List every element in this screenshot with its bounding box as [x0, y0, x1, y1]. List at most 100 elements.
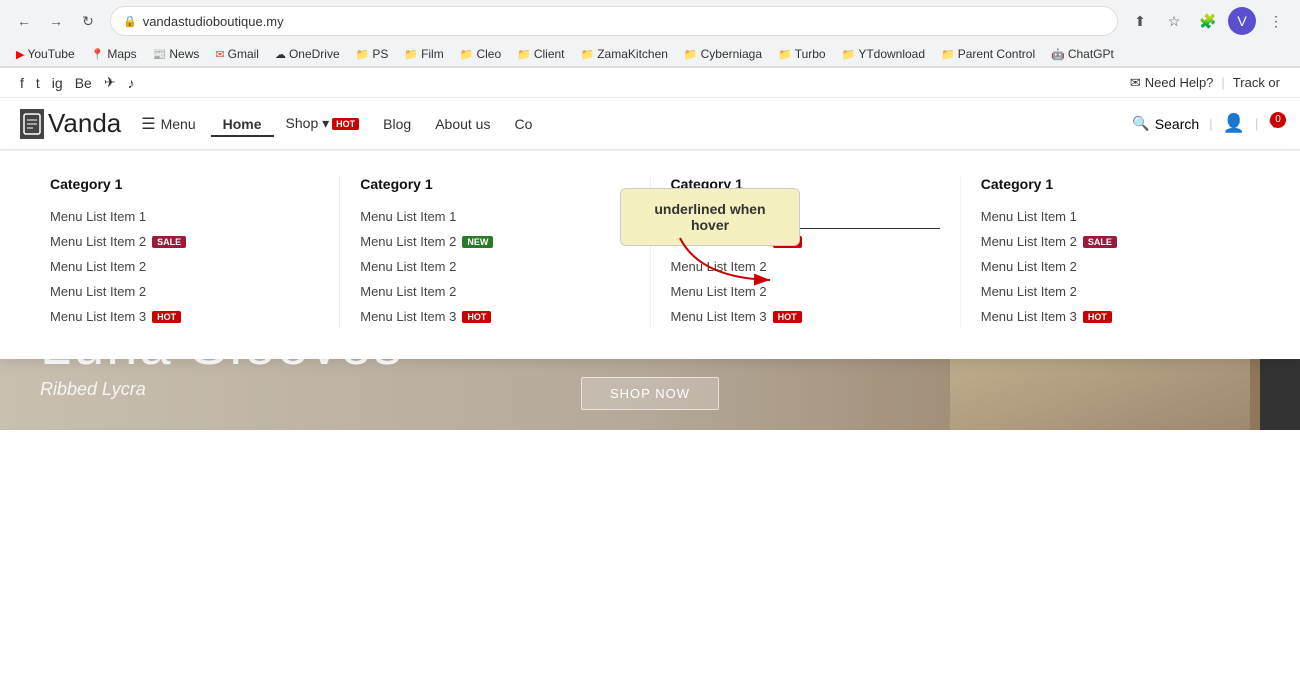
browser-toolbar-right: ⬆ ☆ 🧩 V ⋮	[1126, 7, 1290, 35]
item-label: Menu List Item 2	[50, 259, 146, 274]
hot-badge: HOT	[462, 311, 491, 323]
bookmark-youtube[interactable]: ▶ YouTube	[10, 45, 81, 63]
behance-icon[interactable]: Be	[75, 75, 92, 91]
bookmark-zamakitchen-label: ZamaKitchen	[597, 47, 668, 61]
nav-link-home[interactable]: Home	[211, 111, 274, 137]
gmail-icon: ✉	[215, 48, 224, 61]
menu-toggle[interactable]: ☰ Menu	[141, 114, 195, 134]
instagram-icon[interactable]: ig	[52, 75, 63, 91]
new-badge: NEW	[462, 236, 493, 248]
bookmark-turbo[interactable]: 📁 Turbo	[772, 45, 832, 63]
refresh-button[interactable]: ↻	[74, 7, 102, 35]
bookmark-film[interactable]: 📁 Film	[398, 45, 449, 63]
list-item[interactable]: Menu List Item 2	[50, 254, 319, 279]
site-wrapper: f t ig Be ✈ ♪ ✉ Need Help? | Track or	[0, 68, 1300, 430]
track-link[interactable]: Track or	[1233, 75, 1280, 90]
film-icon: 📁	[404, 48, 418, 61]
list-item[interactable]: Menu List Item 3 HOT	[50, 304, 319, 329]
bookmark-cleo-label: Cleo	[476, 47, 501, 61]
search-icon: 🔍	[1132, 115, 1149, 132]
bookmark-film-label: Film	[421, 47, 444, 61]
star-icon[interactable]: ☆	[1160, 7, 1188, 35]
item-label: Menu List Item 3	[360, 309, 456, 324]
list-item[interactable]: Menu List Item 2	[360, 279, 629, 304]
bookmark-onedrive[interactable]: ☁ OneDrive	[269, 45, 346, 63]
bookmark-cyberniaga[interactable]: 📁 Cyberniaga	[678, 45, 768, 63]
profile-icon[interactable]: V	[1228, 7, 1256, 35]
browser-nav: ← → ↻	[10, 7, 102, 35]
list-item[interactable]: Menu List Item 3 HOT	[360, 304, 629, 329]
dropdown-cat-1: Category 1	[50, 176, 319, 192]
item-label: Menu List Item 1	[50, 209, 146, 224]
list-item[interactable]: Menu List Item 2 SALE	[981, 229, 1250, 254]
list-item[interactable]: Menu List Item 1	[50, 204, 319, 229]
facebook-icon[interactable]: f	[20, 75, 24, 91]
item-label: Menu List Item 2	[50, 284, 146, 299]
item-label: Menu List Item 2	[360, 234, 456, 249]
bookmark-parentcontrol[interactable]: 📁 Parent Control	[935, 45, 1041, 63]
bookmark-chatgpt[interactable]: 🤖 ChatGPt	[1045, 45, 1120, 63]
bookmark-client[interactable]: 📁 Client	[511, 45, 570, 63]
bookmark-ytdownload[interactable]: 📁 YTdownload	[836, 45, 931, 63]
bookmark-maps[interactable]: 📍 Maps	[85, 45, 143, 63]
menu-icon[interactable]: ⋮	[1262, 7, 1290, 35]
shop-now-button[interactable]: SHOP NOW	[581, 377, 719, 410]
browser-chrome: ← → ↻ 🔒 vandastudioboutique.my ⬆ ☆ 🧩 V ⋮…	[0, 0, 1300, 68]
bookmark-gmail[interactable]: ✉ Gmail	[209, 45, 265, 63]
bookmark-zamakitchen[interactable]: 📁 ZamaKitchen	[575, 45, 674, 63]
list-item[interactable]: Menu List Item 2	[50, 279, 319, 304]
nav-link-co[interactable]: Co	[502, 111, 544, 137]
item-label: Menu List Item 1	[360, 209, 456, 224]
nav-link-aboutus[interactable]: About us	[423, 111, 502, 137]
bookmark-ps[interactable]: 📁 PS	[350, 45, 395, 63]
item-label: Menu List Item 3	[671, 309, 767, 324]
bookmark-youtube-label: YouTube	[27, 47, 74, 61]
nav-link-shop[interactable]: Shop ▾ HOT	[274, 110, 372, 137]
bookmark-parentcontrol-label: Parent Control	[958, 47, 1035, 61]
back-button[interactable]: ←	[10, 7, 38, 35]
list-item[interactable]: Menu List Item 3 HOT	[981, 304, 1250, 329]
search-area[interactable]: 🔍 Search	[1132, 115, 1199, 132]
item-label: Menu List Item 2	[50, 234, 146, 249]
menu-label: Menu	[161, 116, 196, 132]
sale-badge: SALE	[1083, 236, 1117, 248]
twitter-icon[interactable]: t	[36, 75, 40, 91]
shop-hot-badge: HOT	[332, 118, 359, 130]
nav-link-blog[interactable]: Blog	[371, 111, 423, 137]
address-bar[interactable]: 🔒 vandastudioboutique.my	[110, 6, 1118, 36]
chatgpt-icon: 🤖	[1051, 48, 1065, 61]
extensions-icon[interactable]: 🧩	[1194, 7, 1222, 35]
bookmark-news[interactable]: 📰 News	[147, 45, 206, 63]
dropdown-cat-2: Category 1	[360, 176, 629, 192]
nav-right: 🔍 Search | 👤 | ♡ 0	[1132, 113, 1280, 134]
logo-area[interactable]: Vanda	[20, 108, 121, 139]
list-item[interactable]: Menu List Item 2	[671, 254, 940, 279]
telegram-icon[interactable]: ✈	[104, 74, 116, 91]
email-icon: ✉	[1130, 75, 1141, 91]
forward-button[interactable]: →	[42, 7, 70, 35]
item-label: Menu List Item 2	[360, 259, 456, 274]
list-item[interactable]: Menu List Item 2 NEW	[360, 229, 629, 254]
nav-links: Home Shop ▾ HOT Blog About us Co	[211, 110, 545, 137]
wishlist-area[interactable]: ♡ 0	[1268, 116, 1280, 132]
share-icon[interactable]: ⬆	[1126, 7, 1154, 35]
item-label: Menu List Item 1	[981, 209, 1077, 224]
user-icon[interactable]: 👤	[1223, 113, 1245, 134]
list-item[interactable]: Menu List Item 1	[981, 204, 1250, 229]
help-link[interactable]: ✉ Need Help?	[1130, 75, 1214, 91]
list-item[interactable]: Menu List Item 2	[981, 279, 1250, 304]
cleo-icon: 📁	[460, 48, 474, 61]
list-item[interactable]: Menu List Item 2	[671, 279, 940, 304]
bookmark-cleo[interactable]: 📁 Cleo	[454, 45, 507, 63]
list-item[interactable]: Menu List Item 2	[981, 254, 1250, 279]
list-item[interactable]: Menu List Item 1	[360, 204, 629, 229]
hot-badge: HOT	[1083, 311, 1112, 323]
item-label: Menu List Item 2	[981, 234, 1077, 249]
sale-badge: SALE	[152, 236, 186, 248]
tiktok-icon[interactable]: ♪	[128, 75, 135, 91]
list-item[interactable]: Menu List Item 3 HOT	[671, 304, 940, 329]
list-item[interactable]: Menu List Item 2	[360, 254, 629, 279]
list-item[interactable]: Menu List Item 2 SALE	[50, 229, 319, 254]
bookmarks-bar: ▶ YouTube 📍 Maps 📰 News ✉ Gmail ☁ OneDri…	[0, 42, 1300, 67]
nav-container: Vanda ☰ Menu Home Shop ▾ HOT Blog About …	[0, 98, 1300, 150]
